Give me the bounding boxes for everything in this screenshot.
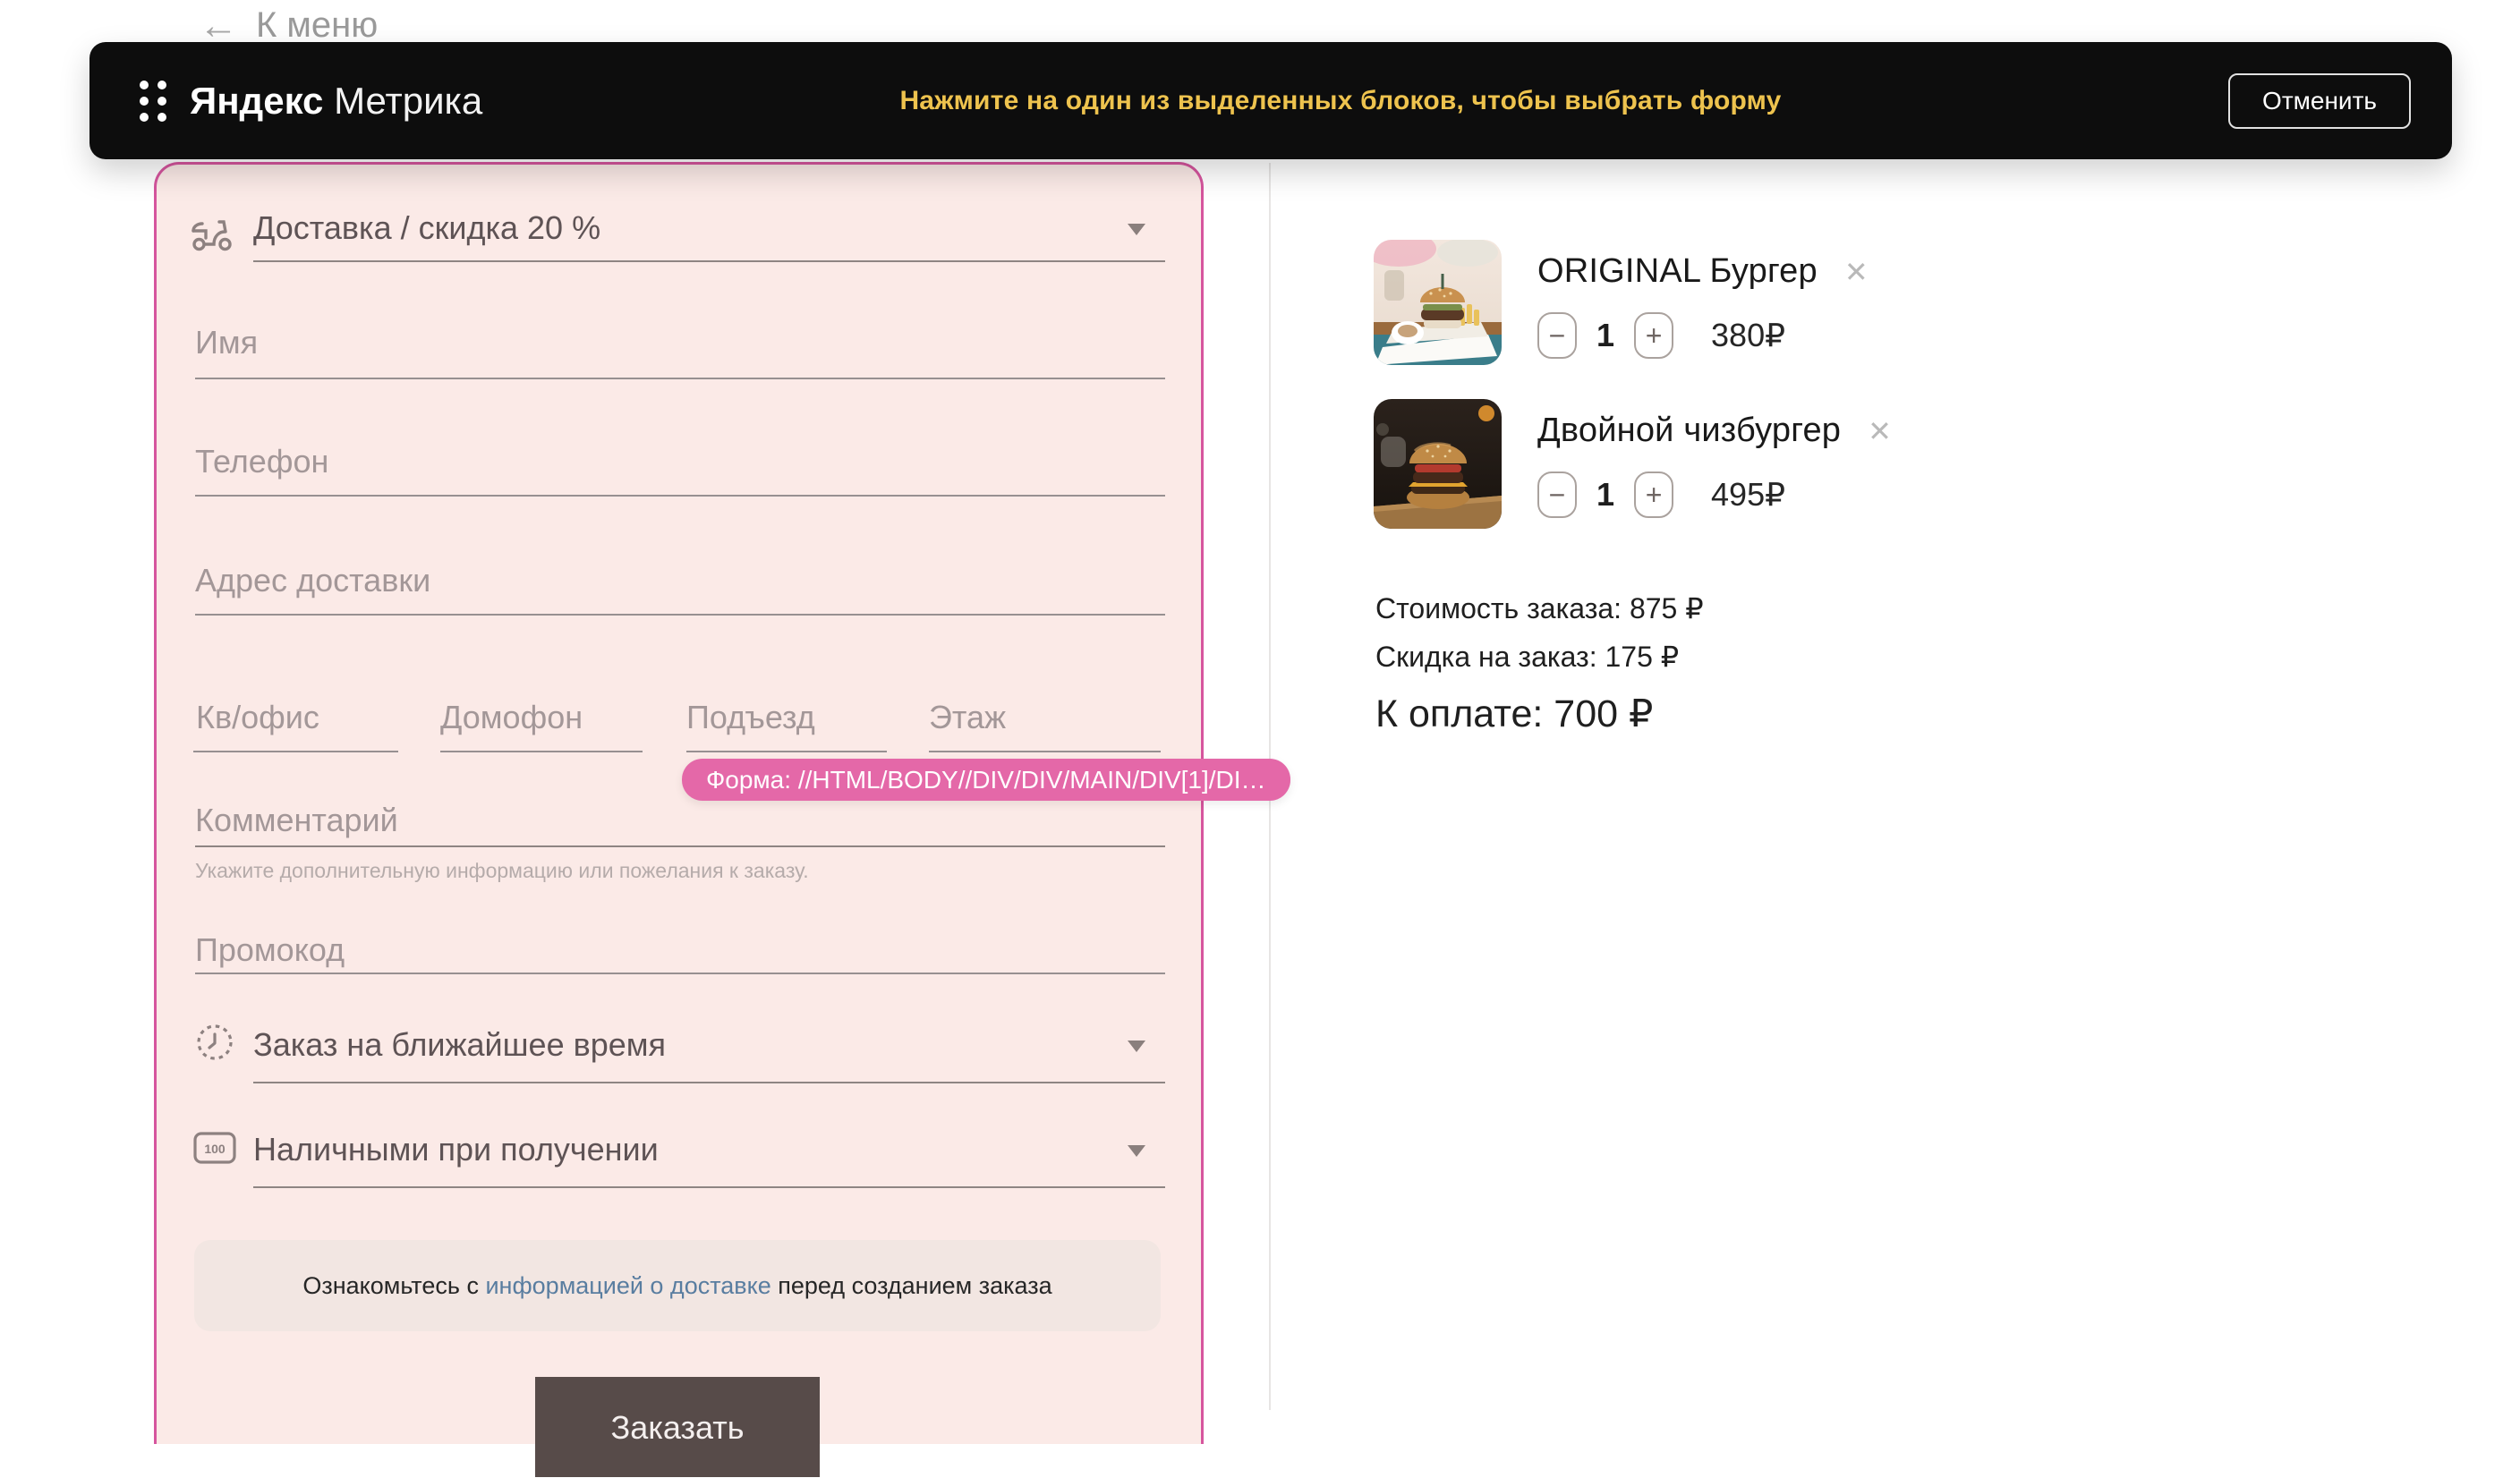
chevron-down-icon[interactable] — [1128, 1041, 1145, 1052]
metrika-top-bar: Яндекс Метрика Нажмите на один из выделе… — [89, 42, 2452, 159]
field-underline — [195, 614, 1165, 616]
item-price: 495₽ — [1711, 476, 1785, 514]
address-field[interactable]: Адрес доставки — [195, 562, 430, 599]
burger-photo-dark — [1374, 399, 1502, 529]
clock-icon — [194, 1022, 235, 1063]
field-underline — [929, 751, 1161, 752]
cart-item: Двойной чизбургер ✕ − 1 + 495₽ — [1374, 399, 1892, 529]
banknote-icon: 100 — [192, 1129, 237, 1167]
cart-item-info: ORIGINAL Бургер ✕ − 1 + 380₽ — [1537, 240, 1869, 365]
chevron-down-icon[interactable] — [1128, 224, 1145, 235]
field-underline — [195, 845, 1165, 847]
svg-text:100: 100 — [204, 1142, 226, 1156]
apartment-field[interactable]: Кв/офис — [196, 699, 319, 736]
decrease-qty-button[interactable]: − — [1537, 471, 1577, 518]
chevron-down-icon[interactable] — [1128, 1145, 1145, 1157]
entrance-field[interactable]: Подъезд — [686, 699, 815, 736]
scooter-icon — [190, 211, 234, 256]
field-underline — [195, 973, 1165, 974]
field-underline — [195, 495, 1165, 497]
banner-text-suffix: перед созданием заказа — [771, 1272, 1052, 1300]
brand-metrika: Метрика — [334, 80, 482, 122]
brand-yandex: Яндекс — [190, 80, 323, 122]
order-subtotal: Стоимость заказа: 875 ₽ — [1375, 590, 1704, 626]
grid-dots-icon — [136, 79, 170, 123]
phone-field[interactable]: Телефон — [195, 443, 328, 480]
promocode-field[interactable]: Промокод — [195, 931, 345, 969]
product-image — [1374, 240, 1502, 365]
field-underline — [253, 1186, 1165, 1188]
cart-item: ORIGINAL Бургер ✕ − 1 + 380₽ — [1374, 240, 1869, 365]
decrease-qty-button[interactable]: − — [1537, 312, 1577, 359]
cart-item-info: Двойной чизбургер ✕ − 1 + 495₽ — [1537, 399, 1892, 529]
instruction-message: Нажмите на один из выделенных блоков, чт… — [899, 86, 1781, 116]
cancel-button[interactable]: Отменить — [2228, 73, 2411, 129]
comment-field[interactable]: Комментарий — [195, 802, 398, 839]
burger-photo-light — [1374, 240, 1502, 365]
cart-item-title: Двойной чизбургер — [1537, 412, 1841, 450]
floor-field[interactable]: Этаж — [929, 699, 1006, 736]
form-xpath-tooltip: Форма: //HTML/BODY//DIV/DIV/MAIN/DIV[1]/… — [682, 759, 1290, 801]
item-quantity: 1 — [1596, 317, 1614, 354]
cart-item-title: ORIGINAL Бургер — [1537, 252, 1818, 291]
field-underline — [253, 1082, 1165, 1083]
comment-hint: Укажите дополнительную информацию или по… — [195, 859, 809, 883]
increase-qty-button[interactable]: + — [1634, 471, 1673, 518]
name-field[interactable]: Имя — [195, 324, 258, 361]
delivery-info-banner: Ознакомьтесь с информацией о доставке пе… — [194, 1240, 1161, 1331]
field-underline — [686, 751, 887, 752]
item-quantity: 1 — [1596, 476, 1614, 514]
order-totals: Стоимость заказа: 875 ₽ Скидка на заказ:… — [1375, 590, 1704, 737]
payment-select[interactable]: Наличными при получении — [253, 1131, 659, 1168]
field-underline — [193, 751, 398, 752]
order-payable: К оплате: 700 ₽ — [1375, 691, 1704, 737]
delivery-info-link[interactable]: информацией о доставке — [485, 1272, 770, 1300]
remove-item-icon[interactable]: ✕ — [1844, 258, 1869, 286]
back-arrow-icon: ← — [199, 8, 238, 44]
highlighted-form-block[interactable]: Доставка / скидка 20 % Имя Телефон Адрес… — [154, 162, 1204, 1444]
banner-text-prefix: Ознакомьтесь с — [302, 1272, 485, 1300]
back-to-menu-label: К меню — [256, 5, 378, 46]
back-to-menu-link[interactable]: ← К меню — [199, 5, 378, 46]
product-image — [1374, 399, 1502, 529]
delivery-select[interactable]: Доставка / скидка 20 % — [253, 209, 600, 247]
field-underline — [253, 260, 1165, 262]
order-discount: Скидка на заказ: 175 ₽ — [1375, 639, 1704, 675]
field-underline — [195, 378, 1165, 379]
item-price: 380₽ — [1711, 317, 1785, 354]
field-underline — [440, 751, 643, 752]
intercom-field[interactable]: Домофон — [440, 699, 583, 736]
submit-order-button[interactable]: Заказать — [535, 1377, 820, 1477]
remove-item-icon[interactable]: ✕ — [1868, 417, 1892, 446]
time-select[interactable]: Заказ на ближайшее время — [253, 1026, 666, 1064]
increase-qty-button[interactable]: + — [1634, 312, 1673, 359]
metrika-brand: Яндекс Метрика — [190, 80, 482, 123]
